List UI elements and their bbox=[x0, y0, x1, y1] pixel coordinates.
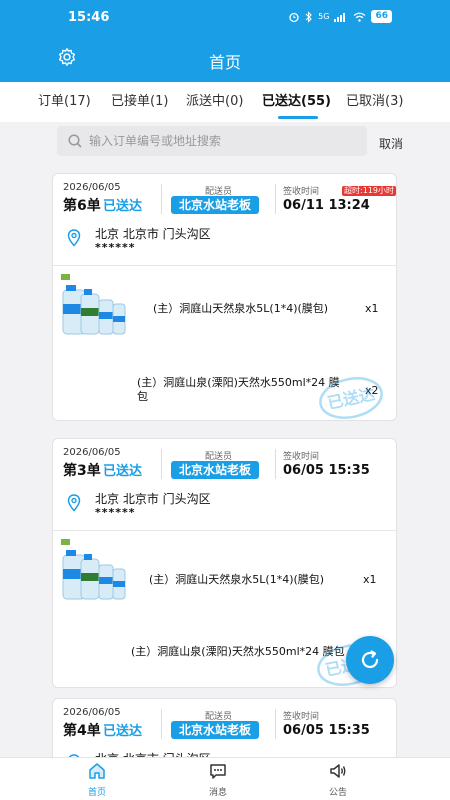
courier-name-badge: 北京水站老板 bbox=[171, 721, 260, 739]
signal-text: 5G bbox=[318, 12, 330, 21]
refresh-button[interactable] bbox=[346, 636, 394, 684]
nav-label: 消息 bbox=[208, 788, 227, 798]
sign-time: 06/11 13:24 bbox=[283, 198, 370, 213]
courier-name-badge: 北京水站老板 bbox=[171, 196, 260, 214]
tab-accepted[interactable]: 已接单(1) bbox=[111, 90, 168, 109]
cancel-button[interactable]: 取消 bbox=[379, 135, 403, 152]
tab-delivering[interactable]: 派送中(0) bbox=[186, 90, 243, 109]
battery-icon: 66 bbox=[371, 10, 392, 23]
order-status: 已送达 bbox=[103, 199, 143, 214]
search-icon bbox=[68, 134, 82, 148]
order-header: 2026/06/05 第4单 已送达 配送员 北京水站老板 签收时间 06/05… bbox=[53, 699, 396, 744]
bottom-nav: 首页 消息 公告 bbox=[0, 757, 450, 800]
order-card[interactable]: 2026/06/05 第3单 已送达 配送员 北京水站老板 签收时间 06/05… bbox=[52, 438, 397, 688]
divider bbox=[275, 709, 276, 739]
courier-name-badge: 北京水站老板 bbox=[171, 461, 260, 479]
nav-label: 公告 bbox=[328, 788, 347, 798]
status-time: 15:46 bbox=[68, 10, 110, 25]
search-row: 取消 bbox=[0, 122, 450, 162]
order-goods: (主）洞庭山天然泉水5L(1*4)(膜包) x1 (主）洞庭山泉(溧阳)天然水5… bbox=[53, 266, 396, 419]
order-header: 2026/06/05 第3单 已送达 配送员 北京水站老板 签收时间 06/05… bbox=[53, 439, 396, 484]
location-pin-icon bbox=[67, 229, 81, 247]
nav-messages[interactable]: 消息 bbox=[198, 762, 238, 798]
tab-label: 订单(17) bbox=[38, 94, 91, 109]
nav-home[interactable]: 首页 bbox=[77, 762, 117, 798]
status-bar: 15:46 5G 66 bbox=[0, 0, 450, 36]
alarm-icon bbox=[289, 12, 299, 22]
speaker-icon bbox=[330, 764, 346, 778]
signal-icon bbox=[334, 13, 346, 22]
divider bbox=[161, 709, 162, 739]
nav-label: 首页 bbox=[87, 788, 106, 798]
order-date: 2026/06/05 bbox=[63, 182, 121, 193]
wifi-icon bbox=[354, 12, 366, 22]
tab-cancelled[interactable]: 已取消(3) bbox=[346, 90, 403, 109]
app-screen: 15:46 5G 66 首页 订单(17) 已接单(1) 派送中(0) 已送达(… bbox=[0, 0, 450, 800]
active-tab-indicator bbox=[278, 116, 318, 119]
search-input[interactable] bbox=[89, 126, 359, 156]
page-title: 首页 bbox=[208, 53, 241, 72]
address-line: 北京 北京市 门头沟区 bbox=[95, 227, 211, 241]
stamp-text: 已送达 bbox=[326, 384, 377, 413]
message-icon bbox=[210, 764, 226, 779]
order-card[interactable]: 2026/06/05 第6单 已送达 配送员 北京水站老板 签收时间 06/11… bbox=[52, 173, 397, 421]
water-bottles-image bbox=[61, 539, 126, 600]
address-detail-masked: ****** bbox=[95, 241, 136, 254]
order-goods: (主）洞庭山天然泉水5L(1*4)(膜包) x1 (主）洞庭山泉(溧阳)天然水5… bbox=[53, 531, 396, 686]
refresh-icon bbox=[361, 650, 379, 669]
app-bar: 首页 bbox=[0, 36, 450, 82]
sign-time-label: 签收时间 bbox=[283, 712, 320, 722]
nav-announcements[interactable]: 公告 bbox=[318, 762, 358, 798]
order-address: 北京 北京市 门头沟区 ****** bbox=[53, 219, 396, 266]
order-date: 2026/06/05 bbox=[63, 707, 121, 718]
order-header: 2026/06/05 第6单 已送达 配送员 北京水站老板 签收时间 06/11… bbox=[53, 174, 396, 219]
order-number: 第4单 bbox=[63, 723, 101, 739]
order-number: 第3单 bbox=[63, 463, 101, 479]
water-bottles-image bbox=[61, 274, 126, 335]
location-pin-icon bbox=[67, 494, 81, 512]
divider bbox=[275, 184, 276, 214]
order-status: 已送达 bbox=[103, 464, 143, 479]
divider bbox=[161, 184, 162, 214]
sign-time: 06/05 15:35 bbox=[283, 723, 370, 738]
order-address: 北京 北京市 门头沟区 ****** bbox=[53, 484, 396, 531]
overdue-badge: 超时:119小时 bbox=[342, 186, 396, 196]
delivered-stamp: 已送达 bbox=[319, 377, 383, 419]
sign-time: 06/05 15:35 bbox=[283, 463, 370, 478]
order-status: 已送达 bbox=[103, 724, 143, 739]
status-icons: 5G 66 bbox=[288, 10, 392, 23]
item-qty: x1 bbox=[363, 573, 377, 586]
item-name: (主）洞庭山天然泉水5L(1*4)(膜包) bbox=[153, 302, 329, 315]
address-detail-masked: ****** bbox=[95, 506, 136, 519]
tab-delivered[interactable]: 已送达(55) bbox=[262, 90, 331, 109]
divider bbox=[275, 449, 276, 479]
sign-time-label: 签收时间 bbox=[283, 452, 320, 462]
item-name: (主）洞庭山泉(溧阳)天然水550ml*24 膜包 bbox=[137, 376, 340, 403]
address-line: 北京 北京市 门头沟区 bbox=[95, 492, 211, 506]
order-date: 2026/06/05 bbox=[63, 447, 121, 458]
order-number: 第6单 bbox=[63, 198, 101, 214]
item-name: (主）洞庭山天然泉水5L(1*4)(膜包) bbox=[149, 573, 325, 586]
sign-time-label: 签收时间 bbox=[283, 187, 320, 197]
divider bbox=[161, 449, 162, 479]
tab-orders[interactable]: 订单(17) bbox=[38, 90, 94, 109]
item-qty: x1 bbox=[365, 302, 379, 315]
home-icon bbox=[89, 763, 105, 779]
bluetooth-icon bbox=[305, 10, 312, 23]
search-box bbox=[57, 126, 367, 156]
order-tabs: 订单(17) 已接单(1) 派送中(0) 已送达(55) 已取消(3) bbox=[0, 82, 450, 122]
